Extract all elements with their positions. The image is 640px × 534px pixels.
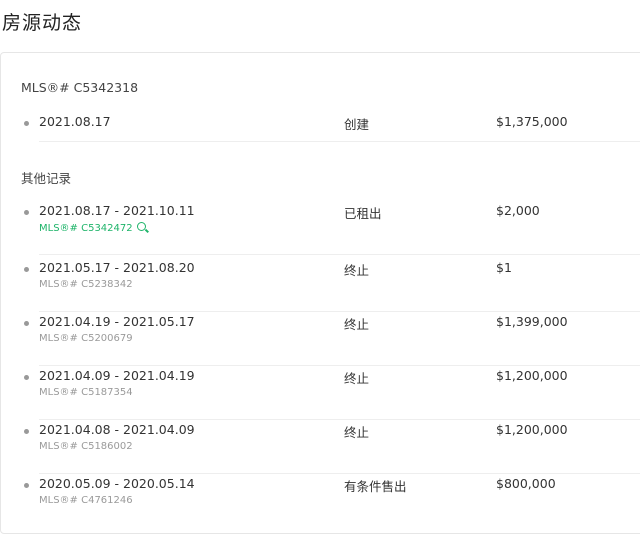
- history-price: $800,000: [496, 476, 556, 491]
- bullet-dot: [24, 121, 29, 126]
- page-title: 房源动态: [2, 12, 83, 34]
- history-date: 2021.04.19 - 2021.05.17: [39, 314, 195, 329]
- history-mls-number: MLS®# C5186002: [39, 441, 133, 452]
- history-date: 2021.08.17 - 2021.10.11: [39, 203, 195, 218]
- history-row: 2021.05.17 - 2021.08.20 MLS®# C5238342 终…: [21, 260, 640, 312]
- row-divider: [39, 473, 640, 474]
- history-row: 2020.05.09 - 2020.05.14 MLS®# C4761246 有…: [21, 476, 640, 528]
- history-status: 有条件售出: [344, 479, 407, 494]
- history-status: 已租出: [344, 206, 382, 221]
- search-icon[interactable]: [136, 222, 146, 231]
- history-status: 终止: [344, 317, 370, 332]
- history-row: 2021.04.08 - 2021.04.09 MLS®# C5186002 终…: [21, 422, 640, 474]
- bullet-dot: [24, 483, 29, 488]
- listing-history-card: MLS®# C5342318 2021.08.17 创建 $1,375,000 …: [0, 52, 640, 534]
- history-row: 2021.04.09 - 2021.04.19 MLS®# C5187354 终…: [21, 368, 640, 420]
- current-listing-price: $1,375,000: [496, 114, 568, 129]
- bullet-dot: [24, 321, 29, 326]
- bullet-dot: [24, 210, 29, 215]
- history-price: $1,200,000: [496, 368, 568, 383]
- history-date: 2020.05.09 - 2020.05.14: [39, 476, 195, 491]
- history-mls-link[interactable]: MLS®# C5342472: [39, 222, 146, 234]
- current-listing-row: 2021.08.17 创建 $1,375,000: [21, 114, 640, 142]
- current-mls-label: MLS®# C5342318: [21, 80, 139, 95]
- bullet-dot: [24, 267, 29, 272]
- history-mls-number: MLS®# C5342472: [39, 223, 133, 234]
- history-date: 2021.04.08 - 2021.04.09: [39, 422, 195, 437]
- history-date: 2021.04.09 - 2021.04.19: [39, 368, 195, 383]
- bullet-dot: [24, 429, 29, 434]
- history-mls-number: MLS®# C5200679: [39, 333, 133, 344]
- history-mls-number: MLS®# C5238342: [39, 279, 133, 290]
- history-status: 终止: [344, 425, 370, 440]
- bullet-dot: [24, 375, 29, 380]
- history-price: $1,399,000: [496, 314, 568, 329]
- row-divider: [39, 254, 640, 255]
- history-status: 终止: [344, 263, 370, 278]
- history-date: 2021.05.17 - 2021.08.20: [39, 260, 195, 275]
- history-row: 2021.04.19 - 2021.05.17 MLS®# C5200679 终…: [21, 314, 640, 366]
- row-divider: [39, 141, 640, 142]
- current-listing-date: 2021.08.17: [39, 114, 111, 129]
- history-mls-number: MLS®# C4761246: [39, 495, 133, 506]
- history-row: 2021.08.17 - 2021.10.11 MLS®# C5342472 已…: [21, 203, 640, 255]
- current-listing-status: 创建: [344, 117, 370, 132]
- other-records-label: 其他记录: [21, 171, 72, 186]
- history-price: $1: [496, 260, 512, 275]
- history-price: $1,200,000: [496, 422, 568, 437]
- history-price: $2,000: [496, 203, 540, 218]
- history-status: 终止: [344, 371, 370, 386]
- row-divider: [39, 419, 640, 420]
- row-divider: [39, 365, 640, 366]
- history-mls-number: MLS®# C5187354: [39, 387, 133, 398]
- row-divider: [39, 311, 640, 312]
